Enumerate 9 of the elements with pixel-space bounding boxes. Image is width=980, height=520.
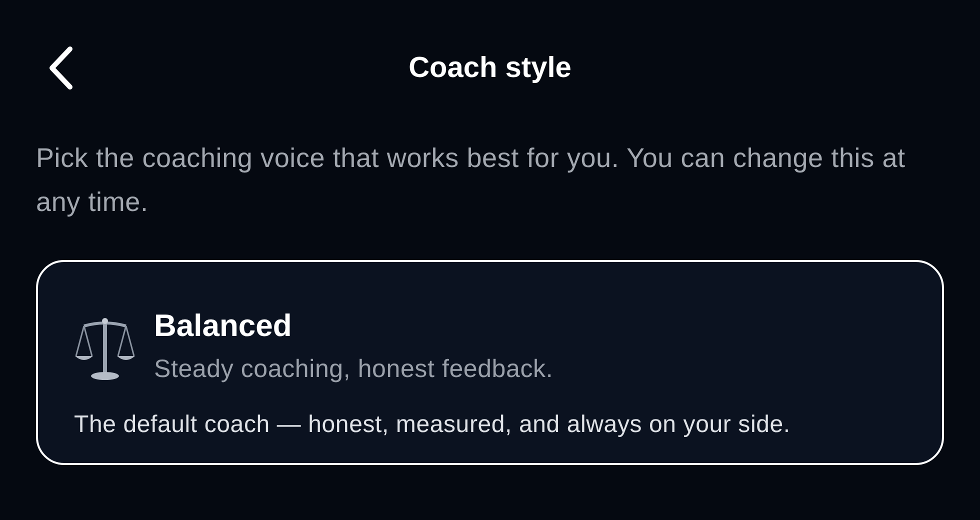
back-icon — [48, 46, 74, 90]
scales-icon — [74, 316, 136, 382]
back-button[interactable] — [48, 46, 74, 90]
option-title: Balanced — [154, 307, 293, 345]
screen-title: Coach style — [408, 52, 572, 84]
option-description: The default coach — honest, measured, and always on your side. — [74, 410, 792, 440]
option-tagline: Steady coaching, honest feedback. — [154, 354, 554, 385]
intro-text: Pick the coaching voice that works best for you. You can change this at any time. — [36, 142, 906, 219]
coach-option-card[interactable]: Balanced Steady coaching, honest feedback. The default coach — honest, measured, and always on your side. — [36, 260, 944, 465]
